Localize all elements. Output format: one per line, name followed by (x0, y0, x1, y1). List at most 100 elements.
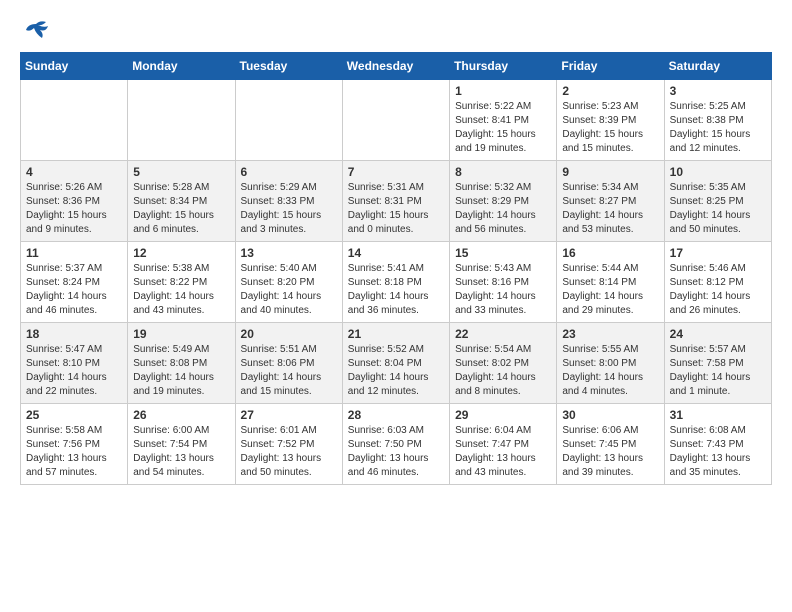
week-row-3: 11 Sunrise: 5:37 AM Sunset: 8:24 PM Dayli… (21, 242, 772, 323)
day-info: Sunrise: 5:52 AM Sunset: 8:04 PM Dayligh… (348, 343, 444, 399)
day-info: Sunrise: 5:47 AM Sunset: 8:10 PM Dayligh… (26, 343, 122, 399)
day-number: 9 (562, 165, 658, 179)
calendar-table: SundayMondayTuesdayWednesdayThursdayFrid… (20, 52, 772, 485)
day-number: 26 (133, 408, 229, 422)
day-number: 7 (348, 165, 444, 179)
day-number: 1 (455, 84, 551, 98)
logo-bird-icon (22, 20, 50, 42)
day-number: 6 (241, 165, 337, 179)
day-cell: 6 Sunrise: 5:29 AM Sunset: 8:33 PM Daylig… (235, 161, 342, 242)
day-number: 20 (241, 327, 337, 341)
day-number: 13 (241, 246, 337, 260)
day-number: 10 (670, 165, 766, 179)
day-cell: 10 Sunrise: 5:35 AM Sunset: 8:25 PM Dayli… (664, 161, 771, 242)
day-cell: 20 Sunrise: 5:51 AM Sunset: 8:06 PM Dayli… (235, 323, 342, 404)
day-info: Sunrise: 5:43 AM Sunset: 8:16 PM Dayligh… (455, 262, 551, 318)
day-cell: 29 Sunrise: 6:04 AM Sunset: 7:47 PM Dayli… (450, 404, 557, 485)
day-cell: 16 Sunrise: 5:44 AM Sunset: 8:14 PM Dayli… (557, 242, 664, 323)
day-cell: 11 Sunrise: 5:37 AM Sunset: 8:24 PM Dayli… (21, 242, 128, 323)
header-cell-friday: Friday (557, 53, 664, 80)
week-row-5: 25Sunrise: 5:58 AM Sunset: 7:56 PM Dayli… (21, 404, 772, 485)
day-info: Sunrise: 5:28 AM Sunset: 8:34 PM Dayligh… (133, 181, 229, 237)
week-row-4: 18 Sunrise: 5:47 AM Sunset: 8:10 PM Dayli… (21, 323, 772, 404)
day-info: Sunrise: 6:03 AM Sunset: 7:50 PM Dayligh… (348, 424, 444, 480)
day-info: Sunrise: 6:00 AM Sunset: 7:54 PM Dayligh… (133, 424, 229, 480)
day-number: 4 (26, 165, 122, 179)
day-cell (21, 80, 128, 161)
day-number: 11 (26, 246, 122, 260)
page-header (20, 20, 772, 42)
day-number: 31 (670, 408, 766, 422)
logo (20, 20, 50, 42)
day-cell: 5 Sunrise: 5:28 AM Sunset: 8:34 PM Daylig… (128, 161, 235, 242)
day-cell (128, 80, 235, 161)
day-number: 12 (133, 246, 229, 260)
day-number: 18 (26, 327, 122, 341)
day-cell: 18 Sunrise: 5:47 AM Sunset: 8:10 PM Dayli… (21, 323, 128, 404)
header-cell-monday: Monday (128, 53, 235, 80)
day-cell: 7 Sunrise: 5:31 AM Sunset: 8:31 PM Daylig… (342, 161, 449, 242)
day-cell: 2 Sunrise: 5:23 AM Sunset: 8:39 PM Daylig… (557, 80, 664, 161)
day-info: Sunrise: 5:51 AM Sunset: 8:06 PM Dayligh… (241, 343, 337, 399)
day-number: 3 (670, 84, 766, 98)
day-cell: 9Sunrise: 5:34 AM Sunset: 8:27 PM Daylig… (557, 161, 664, 242)
day-number: 29 (455, 408, 551, 422)
day-cell: 15 Sunrise: 5:43 AM Sunset: 8:16 PM Dayli… (450, 242, 557, 323)
header-cell-sunday: Sunday (21, 53, 128, 80)
day-number: 30 (562, 408, 658, 422)
day-info: Sunrise: 6:04 AM Sunset: 7:47 PM Dayligh… (455, 424, 551, 480)
day-cell (342, 80, 449, 161)
day-number: 22 (455, 327, 551, 341)
day-info: Sunrise: 5:29 AM Sunset: 8:33 PM Dayligh… (241, 181, 337, 237)
day-info: Sunrise: 5:49 AM Sunset: 8:08 PM Dayligh… (133, 343, 229, 399)
day-cell: 24 Sunrise: 5:57 AM Sunset: 7:58 PM Dayli… (664, 323, 771, 404)
day-cell: 13Sunrise: 5:40 AM Sunset: 8:20 PM Dayli… (235, 242, 342, 323)
day-number: 21 (348, 327, 444, 341)
day-number: 14 (348, 246, 444, 260)
day-cell: 21 Sunrise: 5:52 AM Sunset: 8:04 PM Dayli… (342, 323, 449, 404)
day-number: 16 (562, 246, 658, 260)
day-cell: 1 Sunrise: 5:22 AM Sunset: 8:41 PM Daylig… (450, 80, 557, 161)
day-cell: 26 Sunrise: 6:00 AM Sunset: 7:54 PM Dayli… (128, 404, 235, 485)
header-cell-wednesday: Wednesday (342, 53, 449, 80)
day-number: 28 (348, 408, 444, 422)
day-number: 19 (133, 327, 229, 341)
day-cell: 23 Sunrise: 5:55 AM Sunset: 8:00 PM Dayli… (557, 323, 664, 404)
day-cell: 8Sunrise: 5:32 AM Sunset: 8:29 PM Daylig… (450, 161, 557, 242)
day-info: Sunrise: 5:46 AM Sunset: 8:12 PM Dayligh… (670, 262, 766, 318)
day-cell: 17 Sunrise: 5:46 AM Sunset: 8:12 PM Dayli… (664, 242, 771, 323)
day-number: 24 (670, 327, 766, 341)
day-number: 27 (241, 408, 337, 422)
day-number: 5 (133, 165, 229, 179)
day-info: Sunrise: 5:37 AM Sunset: 8:24 PM Dayligh… (26, 262, 122, 318)
day-cell: 31 Sunrise: 6:08 AM Sunset: 7:43 PM Dayli… (664, 404, 771, 485)
header-cell-tuesday: Tuesday (235, 53, 342, 80)
day-cell: 14Sunrise: 5:41 AM Sunset: 8:18 PM Dayli… (342, 242, 449, 323)
day-info: Sunrise: 5:35 AM Sunset: 8:25 PM Dayligh… (670, 181, 766, 237)
day-info: Sunrise: 6:01 AM Sunset: 7:52 PM Dayligh… (241, 424, 337, 480)
day-info: Sunrise: 5:25 AM Sunset: 8:38 PM Dayligh… (670, 100, 766, 156)
day-info: Sunrise: 5:22 AM Sunset: 8:41 PM Dayligh… (455, 100, 551, 156)
day-number: 17 (670, 246, 766, 260)
header-row: SundayMondayTuesdayWednesdayThursdayFrid… (21, 53, 772, 80)
day-info: Sunrise: 5:54 AM Sunset: 8:02 PM Dayligh… (455, 343, 551, 399)
day-number: 15 (455, 246, 551, 260)
day-info: Sunrise: 5:44 AM Sunset: 8:14 PM Dayligh… (562, 262, 658, 318)
day-info: Sunrise: 5:57 AM Sunset: 7:58 PM Dayligh… (670, 343, 766, 399)
day-cell: 22 Sunrise: 5:54 AM Sunset: 8:02 PM Dayli… (450, 323, 557, 404)
day-cell: 4Sunrise: 5:26 AM Sunset: 8:36 PM Daylig… (21, 161, 128, 242)
day-number: 2 (562, 84, 658, 98)
week-row-1: 1 Sunrise: 5:22 AM Sunset: 8:41 PM Daylig… (21, 80, 772, 161)
day-info: Sunrise: 5:23 AM Sunset: 8:39 PM Dayligh… (562, 100, 658, 156)
day-number: 8 (455, 165, 551, 179)
day-info: Sunrise: 6:08 AM Sunset: 7:43 PM Dayligh… (670, 424, 766, 480)
day-info: Sunrise: 5:31 AM Sunset: 8:31 PM Dayligh… (348, 181, 444, 237)
day-info: Sunrise: 6:06 AM Sunset: 7:45 PM Dayligh… (562, 424, 658, 480)
day-cell: 30 Sunrise: 6:06 AM Sunset: 7:45 PM Dayli… (557, 404, 664, 485)
day-info: Sunrise: 5:55 AM Sunset: 8:00 PM Dayligh… (562, 343, 658, 399)
day-cell: 27 Sunrise: 6:01 AM Sunset: 7:52 PM Dayli… (235, 404, 342, 485)
header-cell-saturday: Saturday (664, 53, 771, 80)
day-number: 23 (562, 327, 658, 341)
day-cell: 25Sunrise: 5:58 AM Sunset: 7:56 PM Dayli… (21, 404, 128, 485)
day-cell (235, 80, 342, 161)
